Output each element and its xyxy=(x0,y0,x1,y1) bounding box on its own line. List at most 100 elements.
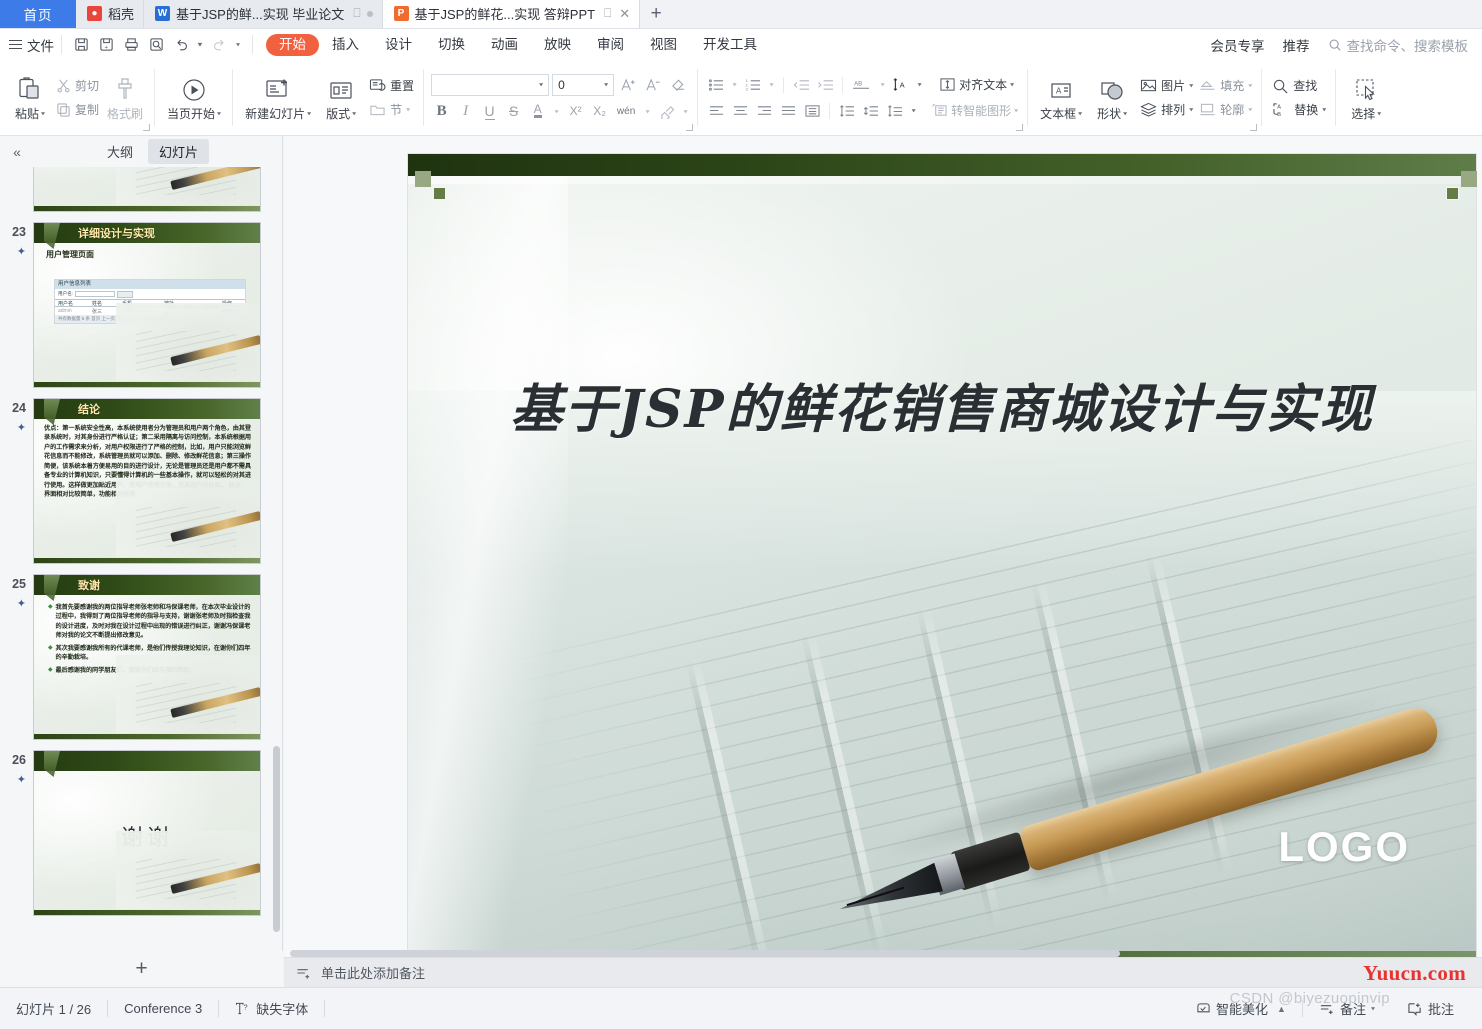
layout-button[interactable]: 版式 ▾ xyxy=(316,70,366,125)
paragraph-dialog-launcher[interactable] xyxy=(1016,124,1024,131)
clipboard-dialog-launcher[interactable] xyxy=(143,124,151,131)
numbered-list-button[interactable]: 1 2 3 xyxy=(742,75,764,95)
slide-thumbnail[interactable]: 结论 优点：第一系统安全性高，本系统使用者分为管理员和用户两个角色，由其登录系统… xyxy=(33,398,261,564)
command-search[interactable]: 查找命令、搜索模板 xyxy=(1328,35,1468,55)
slide-thumbnail[interactable]: 详细设计与实现 用户管理页面 用户信息列表 用户名: 用户名 姓名 admin … xyxy=(33,222,261,388)
undo-icon[interactable] xyxy=(169,34,194,56)
convert-to-smartart-button[interactable]: 转智能图形 ▾ xyxy=(928,102,1021,119)
select-button[interactable]: 选择 ▾ xyxy=(1343,70,1389,125)
tab-outline[interactable]: 大纲 xyxy=(96,139,144,164)
align-right-button[interactable] xyxy=(753,101,775,121)
font-name-input[interactable]: ▾ xyxy=(431,73,550,96)
chevron-down-icon[interactable]: ▾ xyxy=(604,81,608,88)
horizontal-scrollbar[interactable] xyxy=(290,950,1476,957)
character-spacing-caret-icon[interactable]: ▾ xyxy=(914,75,925,95)
new-tab-button[interactable]: + xyxy=(640,0,673,28)
character-spacing-button[interactable]: A xyxy=(890,75,912,95)
tab-presentation-document[interactable]: P 基于JSP的鲜花...实现 答辩PPT ⎕ ✕ xyxy=(382,0,641,28)
cut-button[interactable]: 剪切 xyxy=(53,76,102,95)
tab-slides[interactable]: 幻灯片 xyxy=(148,139,210,164)
highlight-button[interactable] xyxy=(656,101,677,122)
cast-icon[interactable]: ⎕ xyxy=(353,6,360,21)
superscript-button[interactable]: X² xyxy=(565,101,586,122)
strikethrough-button[interactable]: S xyxy=(503,101,524,122)
missing-font-status[interactable]: ? 缺失字体 xyxy=(219,999,324,1019)
print-preview-icon[interactable] xyxy=(144,34,169,56)
reset-button[interactable]: 重置 xyxy=(366,76,417,95)
align-left-button[interactable] xyxy=(705,101,727,121)
tab-daoke[interactable]: ● 稻壳 xyxy=(76,0,145,28)
section-button[interactable]: 节 ▾ xyxy=(366,100,417,119)
add-slide-button[interactable]: + xyxy=(0,951,283,987)
theme-name[interactable]: Conference 3 xyxy=(108,999,218,1019)
member-exclusive-link[interactable]: 会员专享 xyxy=(1211,35,1265,55)
cast-icon[interactable]: ⎕ xyxy=(604,6,611,21)
italic-button[interactable]: I xyxy=(455,101,476,122)
outline-button[interactable]: 轮廓 ▾ xyxy=(1196,100,1255,119)
ribbon-tab-design[interactable]: 设计 xyxy=(372,34,425,56)
bold-button[interactable]: B xyxy=(431,101,452,122)
save-icon[interactable] xyxy=(69,34,94,56)
copy-button[interactable]: 复制 xyxy=(53,100,102,119)
slide-title-text[interactable]: 基于JSP的鲜花销售商城设计与实现 xyxy=(478,379,1406,440)
customize-toolbar-icon[interactable]: ▾ xyxy=(231,34,245,56)
subscript-button[interactable]: X₂ xyxy=(589,101,610,122)
list-item[interactable] xyxy=(0,167,282,217)
list-item[interactable]: 26 ✦ 谢谢 xyxy=(0,745,282,921)
line-paragraph-spacing-button[interactable] xyxy=(884,101,906,121)
comment-button[interactable]: 批注 xyxy=(1391,999,1470,1019)
numbered-caret-icon[interactable]: ▾ xyxy=(766,75,777,95)
slide-editor-stage[interactable]: 基于JSP的鲜花销售商城设计与实现 LOGO xyxy=(284,136,1482,987)
notes-pane[interactable]: 单击此处添加备注 xyxy=(284,957,1482,987)
slide-canvas[interactable]: 基于JSP的鲜花销售商城设计与实现 LOGO xyxy=(407,153,1477,964)
phonetic-caret-icon[interactable]: ▾ xyxy=(642,101,653,122)
chevron-double-left-icon[interactable]: « xyxy=(6,144,28,160)
text-direction-caret-icon[interactable]: ▾ xyxy=(877,75,888,95)
font-color-caret-icon[interactable]: ▾ xyxy=(551,101,562,122)
textbox-button[interactable]: A 文本框 ▾ xyxy=(1035,70,1087,125)
selection-handle-top-left[interactable] xyxy=(415,171,431,187)
slide-thumbnail[interactable]: 谢谢 xyxy=(33,750,261,916)
shape-button[interactable]: 形状 ▾ xyxy=(1087,70,1137,125)
print-icon[interactable] xyxy=(119,34,144,56)
home-tab[interactable]: 首页 xyxy=(0,0,76,28)
font-dialog-launcher[interactable] xyxy=(686,124,694,131)
list-item[interactable]: 23 ✦ 详细设计与实现 用户管理页面 用户信息列表 用户名: 用户名 姓名 a… xyxy=(0,217,282,393)
slide-thumbnail[interactable]: 致谢 ◆ 我首先要感谢我的两位指导老师张老师和冯保课老师，在本次毕业设计的过程中… xyxy=(33,574,261,740)
slide-logo-text[interactable]: LOGO xyxy=(1278,823,1410,871)
decrease-indent-button[interactable] xyxy=(790,75,812,95)
new-slide-button[interactable]: 新建幻灯片 ▾ xyxy=(240,70,316,125)
line-spacing-button[interactable] xyxy=(836,101,858,121)
line-spacing-caret-icon[interactable]: ▾ xyxy=(908,101,919,121)
selection-handle-inner-top-right[interactable] xyxy=(1446,187,1459,200)
picture-button[interactable]: 图片 ▾ xyxy=(1137,76,1196,95)
chevron-down-icon[interactable]: ▾ xyxy=(539,81,543,88)
tab-writer-document[interactable]: W 基于JSP的鲜...实现 毕业论文 ⎕ xyxy=(144,0,383,28)
save-as-icon[interactable]: + xyxy=(94,34,119,56)
find-button[interactable]: 查找 xyxy=(1269,76,1329,95)
paragraph-spacing-button[interactable] xyxy=(860,101,882,121)
file-menu-button[interactable]: 文件 xyxy=(9,35,54,55)
justify-button[interactable] xyxy=(777,101,799,121)
redo-icon[interactable] xyxy=(206,34,231,56)
align-text-button[interactable]: 对齐文本 ▾ xyxy=(936,76,1017,93)
ribbon-tab-developer[interactable]: 开发工具 xyxy=(690,34,770,56)
align-center-button[interactable] xyxy=(729,101,751,121)
ribbon-tab-view[interactable]: 视图 xyxy=(637,34,690,56)
replace-button[interactable]: A B 替换 ▾ xyxy=(1269,100,1329,119)
start-from-current-button[interactable]: 当页开始 ▾ xyxy=(162,70,226,125)
highlight-caret-icon[interactable]: ▾ xyxy=(680,101,691,122)
ribbon-tab-slideshow[interactable]: 放映 xyxy=(531,34,584,56)
increase-indent-button[interactable] xyxy=(814,75,836,95)
arrange-button[interactable]: 排列 ▾ xyxy=(1137,100,1196,119)
font-size-input[interactable]: 0 ▾ xyxy=(552,73,615,96)
bullet-caret-icon[interactable]: ▾ xyxy=(729,75,740,95)
list-item[interactable]: 24 ✦ 结论 优点：第一系统安全性高，本系统使用者分为管理员和用户两个角色，由… xyxy=(0,393,282,569)
list-item[interactable]: 25 ✦ 致谢 ◆ 我首先要感谢我的两位指导老师张老师和冯保课老师，在本次毕业设… xyxy=(0,569,282,745)
drawing-dialog-launcher[interactable] xyxy=(1250,124,1258,131)
ribbon-tab-transition[interactable]: 切换 xyxy=(425,34,478,56)
slide-counter[interactable]: 幻灯片 1 / 26 xyxy=(0,999,107,1019)
format-painter-button[interactable]: 格式刷 xyxy=(102,70,148,125)
bullet-list-button[interactable] xyxy=(705,75,727,95)
underline-button[interactable]: U xyxy=(479,101,500,122)
